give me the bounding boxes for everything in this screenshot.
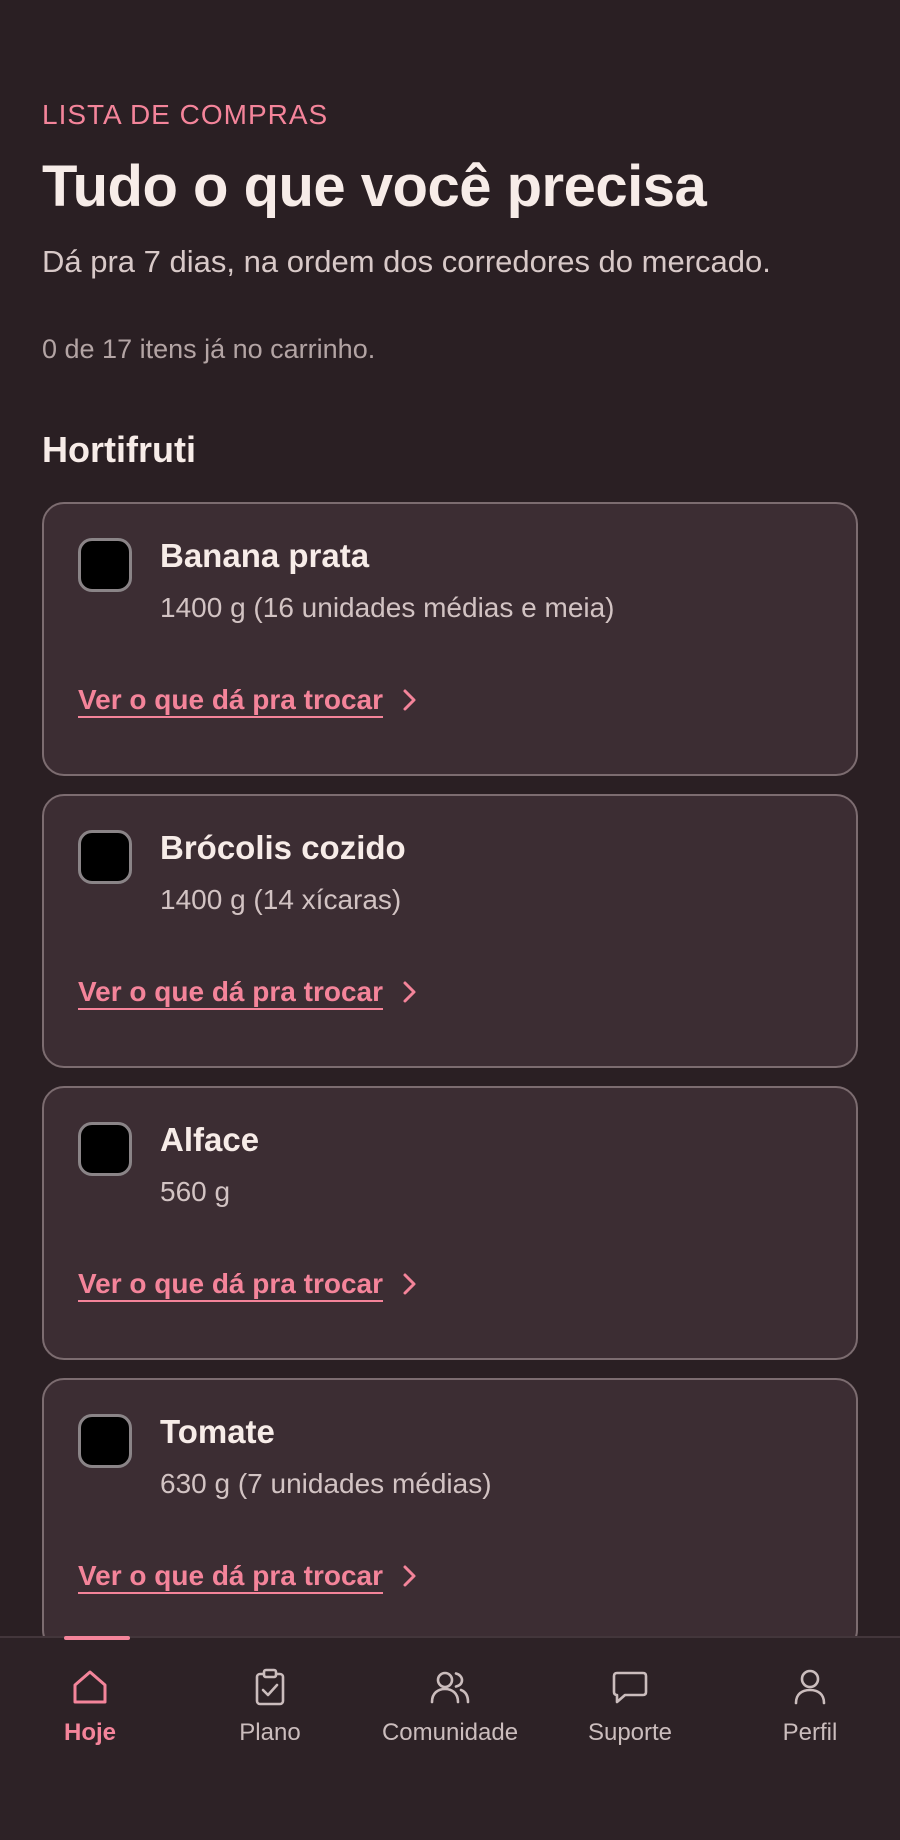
tab-plano[interactable]: Plano xyxy=(180,1666,360,1758)
tab-label: Comunidade xyxy=(381,1719,519,1746)
item-name: Brócolis cozido xyxy=(160,829,406,866)
clipboard-check-icon xyxy=(255,1668,285,1706)
home-icon xyxy=(73,1670,107,1704)
shopping-list-screen: LISTA DE COMPRAS Tudo o que você precisa… xyxy=(0,0,900,1636)
item-quantity: 630 g (7 unidades médias) xyxy=(160,1468,492,1499)
list-item: Tomate 630 g (7 unidades médias) Ver o q… xyxy=(42,1378,858,1636)
swap-link[interactable]: Ver o que dá pra trocar xyxy=(78,1266,419,1302)
chevron-right-icon xyxy=(403,1273,416,1295)
page-subtitle: Dá pra 7 dias, na ordem dos corredores d… xyxy=(42,244,771,279)
item-checkbox[interactable] xyxy=(78,1414,132,1468)
list-item: Banana prata 1400 g (16 unidades médias … xyxy=(42,502,858,776)
swap-link-label: Ver o que dá pra trocar xyxy=(78,1560,383,1591)
item-name: Alface xyxy=(160,1121,260,1158)
tab-perfil[interactable]: Perfil xyxy=(720,1666,900,1758)
chevron-right-icon xyxy=(403,1565,416,1587)
tab-label: Hoje xyxy=(63,1719,116,1746)
item-quantity: 1400 g (14 xícaras) xyxy=(160,884,402,915)
tab-label: Perfil xyxy=(782,1719,838,1746)
tab-label: Suporte xyxy=(587,1719,673,1746)
list-item: Brócolis cozido 1400 g (14 xícaras) Ver … xyxy=(42,794,858,1068)
section-title: Hortifruti xyxy=(42,429,196,470)
swap-link-label: Ver o que dá pra trocar xyxy=(78,684,383,715)
tab-hoje[interactable]: Hoje xyxy=(0,1666,180,1758)
bottom-tab-bar: Hoje Plano Comunidade Suporte Perfil xyxy=(0,1636,900,1840)
item-list: Banana prata 1400 g (16 unidades médias … xyxy=(42,502,858,1636)
cart-progress-text: 0 de 17 itens já no carrinho. xyxy=(42,334,376,364)
tab-comunidade[interactable]: Comunidade xyxy=(360,1666,540,1758)
item-checkbox[interactable] xyxy=(78,1122,132,1176)
item-quantity: 1400 g (16 unidades médias e meia) xyxy=(160,592,615,623)
item-quantity: 560 g xyxy=(160,1176,231,1207)
swap-link-label: Ver o que dá pra trocar xyxy=(78,976,383,1007)
swap-link[interactable]: Ver o que dá pra trocar xyxy=(78,1558,419,1594)
chevron-right-icon xyxy=(403,981,416,1003)
list-item: Alface 560 g Ver o que dá pra trocar xyxy=(42,1086,858,1360)
swap-link-label: Ver o que dá pra trocar xyxy=(78,1268,383,1299)
page-title: Tudo o que você precisa xyxy=(42,154,707,219)
page-eyebrow: LISTA DE COMPRAS xyxy=(42,99,329,130)
user-icon xyxy=(794,1669,826,1705)
swap-link[interactable]: Ver o que dá pra trocar xyxy=(78,682,419,718)
item-name: Tomate xyxy=(160,1413,275,1450)
chat-bubble-icon xyxy=(612,1671,648,1704)
item-checkbox[interactable] xyxy=(78,830,132,884)
chevron-right-icon xyxy=(403,689,416,711)
users-icon xyxy=(430,1671,470,1704)
active-tab-indicator xyxy=(64,1636,130,1640)
item-name: Banana prata xyxy=(160,537,370,574)
swap-link[interactable]: Ver o que dá pra trocar xyxy=(78,974,419,1010)
tab-label: Plano xyxy=(239,1719,301,1746)
item-checkbox[interactable] xyxy=(78,538,132,592)
tab-suporte[interactable]: Suporte xyxy=(540,1666,720,1758)
